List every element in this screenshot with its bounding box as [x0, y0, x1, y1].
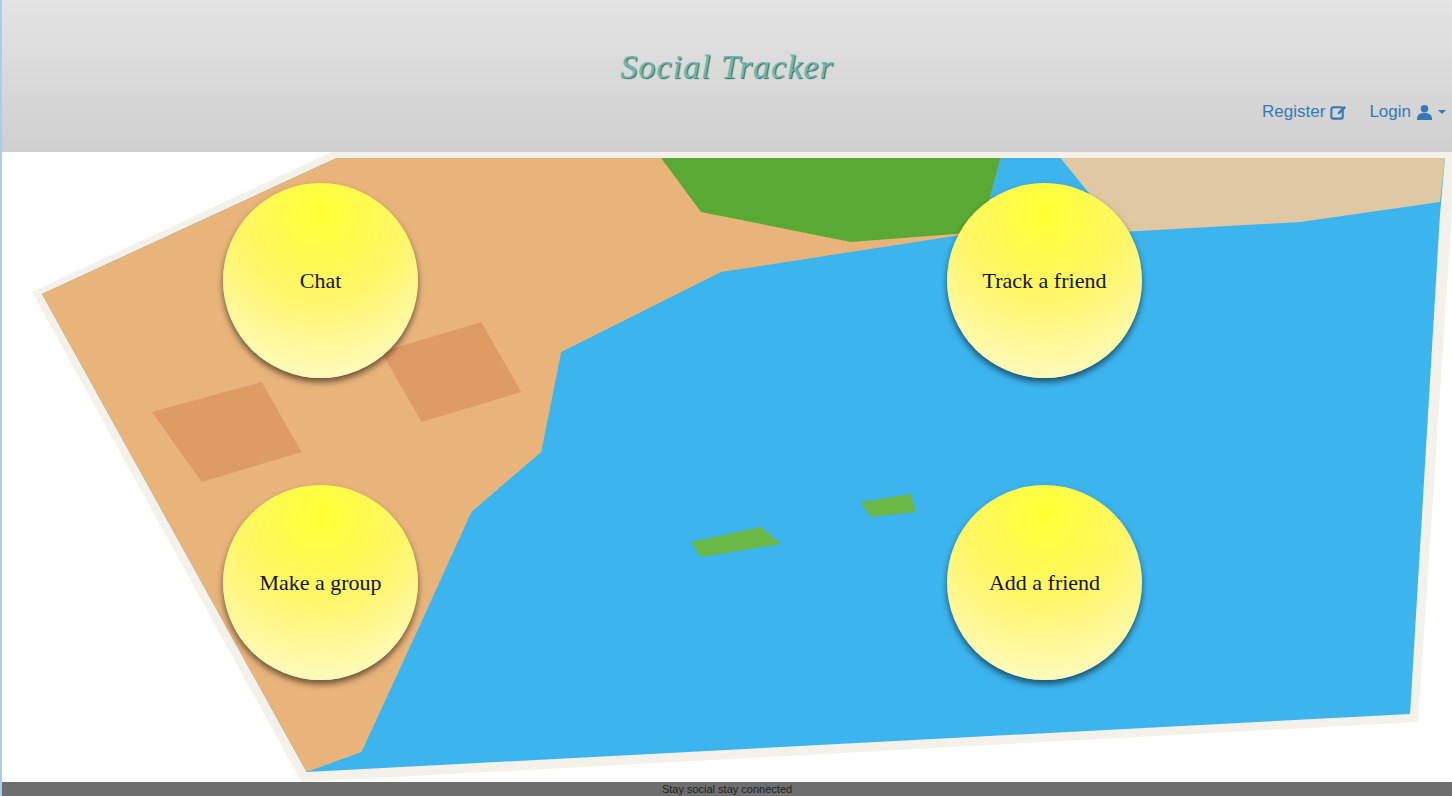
edit-icon [1330, 104, 1347, 121]
action-bubble[interactable]: Track a friend [947, 183, 1142, 378]
site-title: Social Tracker [620, 48, 833, 86]
action-bubble[interactable]: Chat [223, 183, 418, 378]
register-link[interactable]: Register [1262, 102, 1347, 122]
action-grid: Chat Track a friend Make a group Add a frie… [2, 152, 1452, 782]
page: Social Tracker Register Login Chat Track a f… [0, 0, 1452, 796]
footer: Stay social stay connected [2, 782, 1452, 796]
map-image [2, 152, 1452, 782]
header: Social Tracker Register Login [2, 0, 1452, 152]
hero-map: Chat Track a friend Make a group Add a frie… [2, 152, 1452, 782]
action-bubble[interactable]: Make a group [223, 485, 418, 680]
login-link[interactable]: Login [1369, 102, 1446, 122]
caret-icon [1438, 109, 1446, 115]
footer-text: Stay social stay connected [662, 783, 792, 795]
user-icon [1416, 104, 1433, 121]
action-bubble[interactable]: Add a friend [947, 485, 1142, 680]
top-nav: Register Login [1262, 102, 1452, 122]
